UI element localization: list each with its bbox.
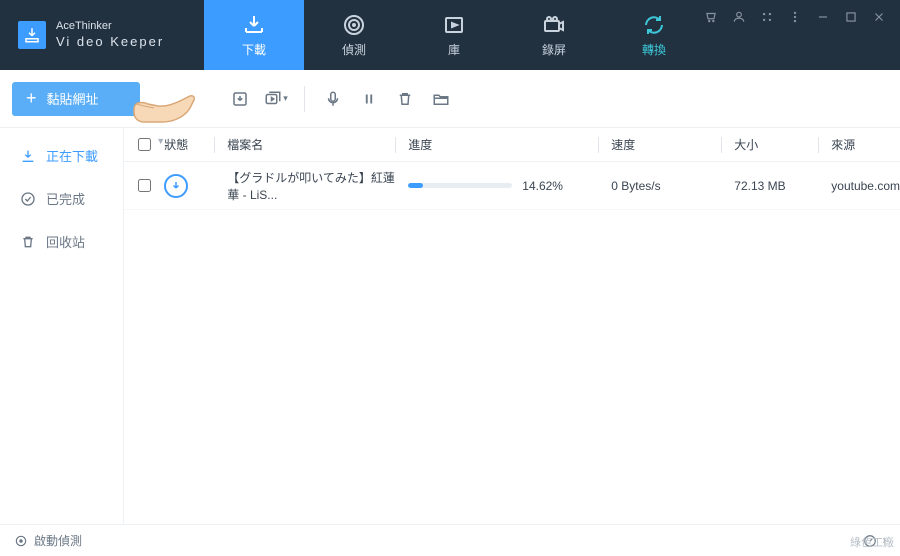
progress-label: 14.62% bbox=[522, 179, 563, 193]
th-progress[interactable]: 進度 bbox=[408, 138, 432, 152]
nav-tab-library[interactable]: 庫 bbox=[404, 0, 504, 70]
th-size[interactable]: 大小 bbox=[734, 138, 758, 152]
select-all-checkbox[interactable] bbox=[138, 138, 151, 151]
hand-cursor-overlay bbox=[130, 82, 198, 135]
download-single-button[interactable] bbox=[222, 82, 258, 116]
pause-button[interactable] bbox=[351, 82, 387, 116]
trash-icon bbox=[20, 234, 36, 250]
paste-url-button[interactable]: + 黏貼網址 bbox=[12, 82, 140, 116]
menu-icon[interactable] bbox=[788, 10, 802, 24]
sidebar-item-completed[interactable]: 已完成 bbox=[0, 177, 123, 220]
progress-fill bbox=[408, 183, 423, 188]
watermark: 綠色工廠 bbox=[850, 534, 894, 550]
th-source[interactable]: 來源 bbox=[831, 138, 855, 152]
th-speed[interactable]: 速度 bbox=[611, 138, 635, 152]
nav-tabs: 下載 偵測 庫 錄屏 轉換 bbox=[204, 0, 704, 70]
radar-icon bbox=[342, 13, 366, 37]
user-icon[interactable] bbox=[732, 10, 746, 24]
toolbar-icons: ▾ bbox=[222, 82, 459, 116]
nav-tab-detect[interactable]: 偵測 bbox=[304, 0, 404, 70]
folder-button[interactable] bbox=[423, 82, 459, 116]
nav-tab-convert[interactable]: 轉換 bbox=[604, 0, 704, 70]
download-icon bbox=[242, 13, 266, 37]
auto-detect-label: 啟動偵測 bbox=[34, 532, 82, 549]
nav-tab-label: 偵測 bbox=[342, 41, 366, 58]
row-speed: 0 Bytes/s bbox=[611, 179, 721, 193]
statusbar: 啟動偵測 › bbox=[0, 524, 900, 556]
toolbar: + 黏貼網址 ▾ bbox=[0, 70, 900, 128]
sidebar-item-label: 回收站 bbox=[46, 232, 85, 251]
minimize-button[interactable] bbox=[816, 10, 830, 24]
progress-cell: 14.62% bbox=[408, 179, 598, 193]
app-logo-text: AceThinker Vi deo Keeper bbox=[56, 19, 164, 50]
titlebar: AceThinker Vi deo Keeper 下載 偵測 庫 錄屏 轉換 bbox=[0, 0, 900, 70]
convert-icon bbox=[642, 13, 666, 37]
app-logo: AceThinker Vi deo Keeper bbox=[0, 0, 204, 70]
nav-tab-label: 轉換 bbox=[642, 41, 666, 58]
nav-tab-label: 庫 bbox=[448, 41, 460, 58]
auto-detect-toggle[interactable]: 啟動偵測 bbox=[14, 532, 82, 549]
downloading-status-icon[interactable] bbox=[164, 174, 188, 198]
nav-tab-record[interactable]: 錄屏 bbox=[504, 0, 604, 70]
row-filename: 【グラドルが叩いてみた】紅蓮華 - LiS... bbox=[227, 169, 395, 203]
nav-tab-label: 錄屏 bbox=[542, 41, 566, 58]
window-controls bbox=[704, 0, 900, 70]
close-button[interactable] bbox=[872, 10, 886, 24]
plus-icon: + bbox=[26, 88, 37, 109]
apps-icon[interactable] bbox=[760, 10, 774, 24]
separator bbox=[304, 86, 305, 112]
nav-tab-label: 下載 bbox=[242, 41, 266, 58]
table-header: ▼狀態 檔案名 進度 速度 大小 來源 bbox=[124, 128, 900, 162]
app-logo-icon bbox=[18, 21, 46, 49]
content: ▼狀態 檔案名 進度 速度 大小 來源 【グラドルが叩いてみた】紅蓮華 - Li… bbox=[124, 128, 900, 524]
target-icon bbox=[14, 534, 28, 548]
row-size: 72.13 MB bbox=[734, 179, 818, 193]
mic-button[interactable] bbox=[315, 82, 351, 116]
sidebar-item-downloading[interactable]: 正在下載 bbox=[0, 134, 123, 177]
th-status[interactable]: 狀態 bbox=[164, 138, 188, 152]
nav-tab-download[interactable]: 下載 bbox=[204, 0, 304, 70]
cart-icon[interactable] bbox=[704, 10, 718, 24]
sidebar: 正在下載 已完成 回收站 bbox=[0, 128, 124, 524]
camera-icon bbox=[542, 13, 566, 37]
th-filename[interactable]: 檔案名 bbox=[227, 138, 263, 152]
row-checkbox[interactable] bbox=[138, 179, 151, 192]
sidebar-item-label: 正在下載 bbox=[46, 146, 98, 165]
progress-bar bbox=[408, 183, 512, 188]
check-icon bbox=[20, 191, 36, 207]
library-icon bbox=[442, 13, 466, 37]
download-icon bbox=[20, 148, 36, 164]
sidebar-item-label: 已完成 bbox=[46, 189, 85, 208]
maximize-button[interactable] bbox=[844, 10, 858, 24]
sort-indicator[interactable]: ▼ bbox=[156, 136, 165, 146]
batch-download-button[interactable]: ▾ bbox=[258, 82, 294, 116]
row-source: youtube.com bbox=[831, 179, 900, 193]
table-row[interactable]: 【グラドルが叩いてみた】紅蓮華 - LiS... 14.62% 0 Bytes/… bbox=[124, 162, 900, 210]
delete-button[interactable] bbox=[387, 82, 423, 116]
main-area: 正在下載 已完成 回收站 ▼狀態 檔案名 進度 速度 大小 來源 bbox=[0, 128, 900, 524]
sidebar-item-trash[interactable]: 回收站 bbox=[0, 220, 123, 263]
paste-url-label: 黏貼網址 bbox=[47, 89, 99, 108]
